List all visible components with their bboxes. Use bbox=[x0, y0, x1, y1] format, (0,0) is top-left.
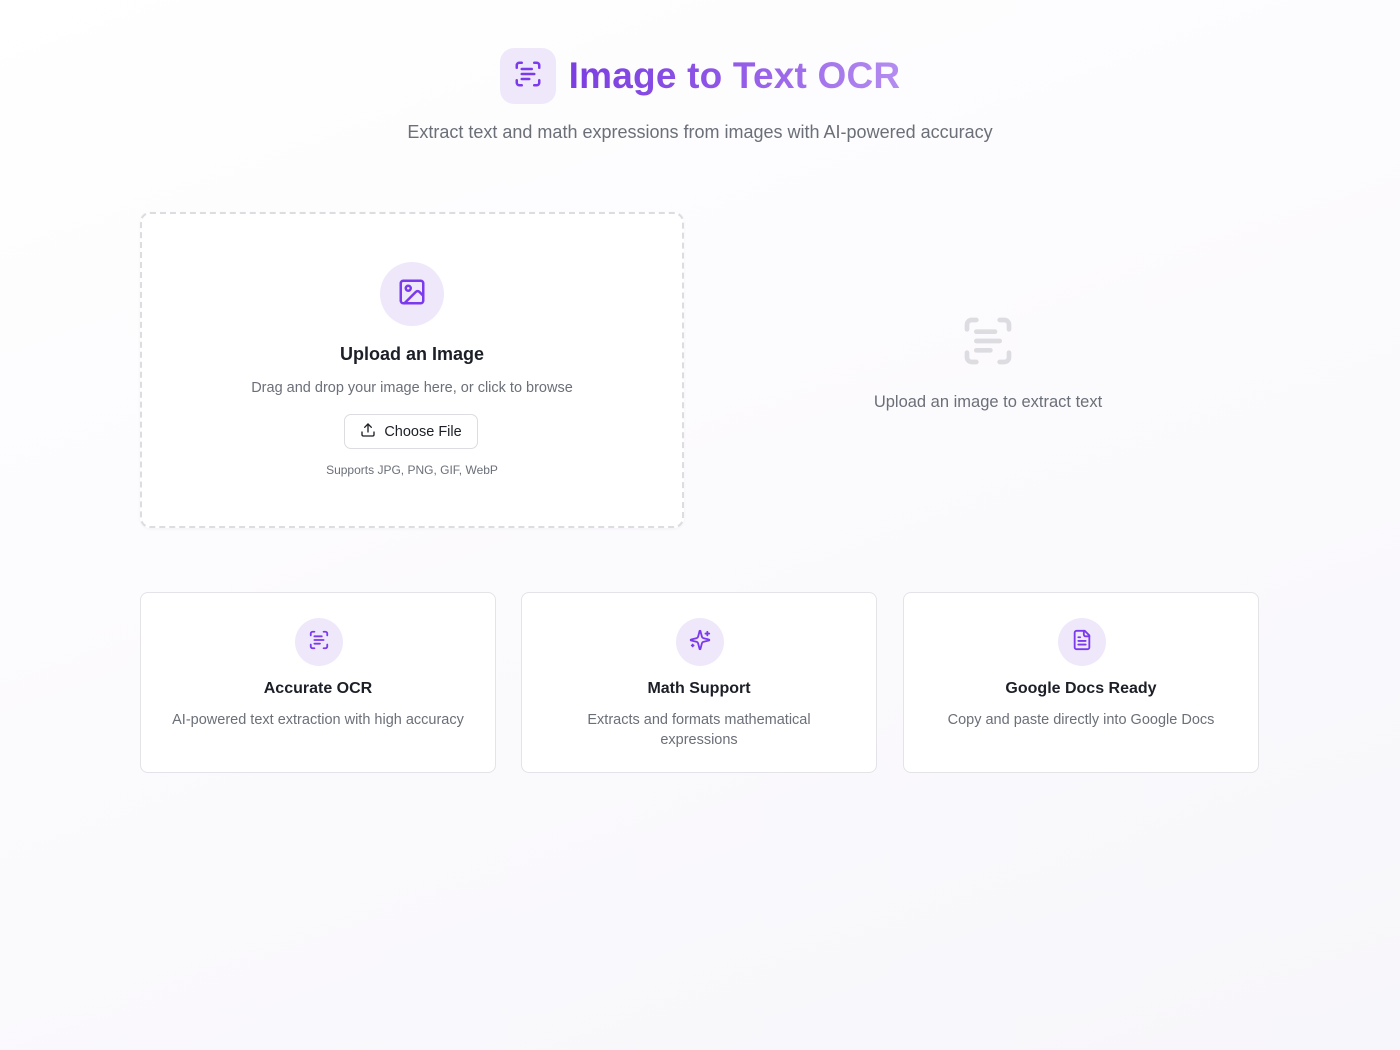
scan-text-icon bbox=[513, 59, 543, 94]
feature-description: AI-powered text extraction with high acc… bbox=[172, 712, 464, 728]
upload-icon-circle bbox=[380, 262, 444, 326]
feature-icon-circle bbox=[676, 618, 724, 666]
upload-title: Upload an Image bbox=[339, 344, 485, 364]
upload-dropzone[interactable]: Upload an Image Drag and drop your image… bbox=[140, 212, 684, 528]
page-title: Image to Text OCR bbox=[569, 48, 901, 104]
choose-file-button[interactable]: Choose File bbox=[344, 414, 478, 449]
result-panel: Upload an image to extract text bbox=[720, 212, 1260, 524]
supported-formats: Supports JPG, PNG, GIF, WebP bbox=[326, 463, 498, 477]
file-text-icon bbox=[1071, 629, 1093, 656]
upload-description: Drag and drop your image here, or click … bbox=[251, 380, 573, 396]
page-subtitle: Extract text and math expressions from i… bbox=[407, 122, 993, 142]
logo bbox=[499, 48, 556, 104]
feature-title: Accurate OCR bbox=[263, 680, 373, 697]
feature-card-math-support: Math Support Extracts and formats mathem… bbox=[521, 592, 877, 773]
feature-description: Extracts and formats mathematical expres… bbox=[587, 712, 811, 748]
sparkles-icon bbox=[689, 629, 711, 656]
feature-icon-circle bbox=[1058, 618, 1106, 666]
feature-icon-circle bbox=[295, 618, 343, 666]
scan-text-icon bbox=[308, 629, 330, 656]
feature-title: Google Docs Ready bbox=[1005, 680, 1157, 697]
feature-card-accurate-ocr: Accurate OCR AI-powered text extraction … bbox=[140, 592, 496, 773]
title-row: Image to Text OCR bbox=[0, 48, 1400, 104]
feature-title: Math Support bbox=[647, 680, 751, 697]
feature-card-google-docs: Google Docs Ready Copy and paste directl… bbox=[903, 592, 1259, 773]
result-placeholder: Upload an image to extract text bbox=[873, 393, 1103, 411]
feature-description: Copy and paste directly into Google Docs bbox=[947, 712, 1215, 728]
upload-icon bbox=[360, 422, 376, 442]
scan-text-icon bbox=[960, 313, 1016, 374]
choose-file-label: Choose File bbox=[384, 423, 462, 440]
image-icon bbox=[397, 277, 427, 312]
